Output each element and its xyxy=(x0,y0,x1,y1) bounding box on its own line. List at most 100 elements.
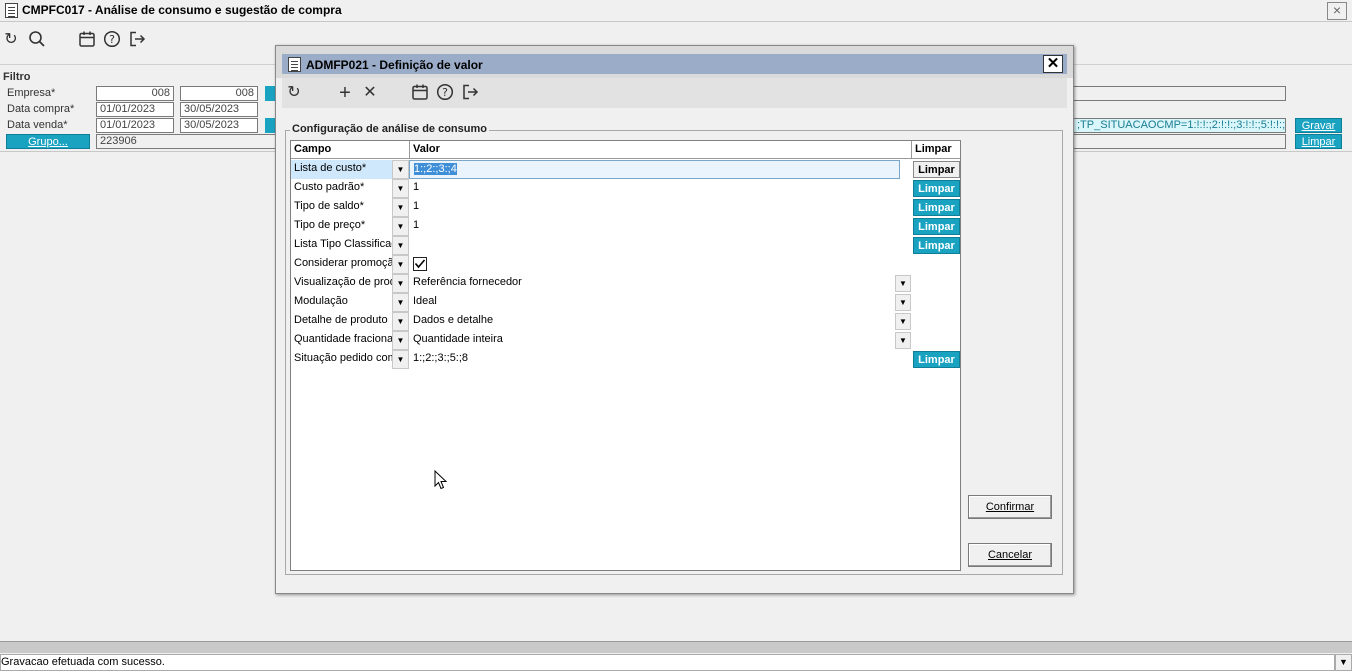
campo-cell[interactable]: Detalhe de produto xyxy=(291,312,392,331)
column-header-valor[interactable]: Valor xyxy=(410,141,912,159)
dialog-close-button[interactable]: ✕ xyxy=(1043,55,1063,73)
campo-cell[interactable]: Lista Tipo Classificação xyxy=(291,236,392,255)
table-row[interactable]: Considerar promoção ▼ xyxy=(291,255,960,274)
gravar-button[interactable]: Gravar xyxy=(1295,118,1342,133)
main-window-title: CMPFC017 - Análise de consumo e sugestão… xyxy=(22,3,342,17)
grupo-button[interactable]: Grupo... xyxy=(6,134,90,149)
data-venda-to-field[interactable]: 30/05/2023 xyxy=(180,118,258,133)
cancel-button[interactable]: Cancelar xyxy=(968,543,1052,567)
column-header-limpar[interactable]: Limpar xyxy=(912,141,960,159)
column-header-campo[interactable]: Campo xyxy=(291,141,410,159)
valor-cell[interactable]: 1 xyxy=(409,179,909,198)
campo-cell[interactable]: Tipo de preço* xyxy=(291,217,392,236)
campo-dropdown-button[interactable]: ▼ xyxy=(392,198,409,217)
limpar-row-button[interactable]: Limpar xyxy=(913,218,960,235)
help-icon[interactable]: ? xyxy=(435,83,455,103)
config-group-title: Configuração de análise de consumo xyxy=(290,123,489,135)
campo-dropdown-button[interactable]: ▼ xyxy=(392,255,409,274)
exit-icon[interactable] xyxy=(127,30,147,50)
campo-dropdown-button[interactable]: ▼ xyxy=(392,312,409,331)
valor-cell[interactable]: Ideal xyxy=(409,293,909,312)
empresa-from-field[interactable]: 008 xyxy=(96,86,174,101)
campo-dropdown-button[interactable]: ▼ xyxy=(392,179,409,198)
campo-cell[interactable]: Considerar promoção xyxy=(291,255,392,274)
table-row[interactable]: Tipo de preço* ▼ 1 Limpar xyxy=(291,217,960,236)
considerar-promocao-checkbox[interactable] xyxy=(413,257,427,271)
limpar-row-button[interactable]: Limpar xyxy=(913,199,960,216)
valor-dropdown-button[interactable]: ▼ xyxy=(895,294,911,311)
grupo-field[interactable]: 223906 xyxy=(96,134,277,149)
valor-cell[interactable]: 1 xyxy=(409,217,909,236)
campo-cell[interactable]: Custo padrão* xyxy=(291,179,392,198)
valor-cell[interactable] xyxy=(409,236,909,255)
calendar-icon[interactable] xyxy=(77,30,97,50)
campo-dropdown-button[interactable]: ▼ xyxy=(392,160,409,179)
limpar-button[interactable]: Limpar xyxy=(1295,134,1342,149)
main-close-button[interactable]: × xyxy=(1327,2,1347,20)
valor-cell[interactable]: Dados e detalhe xyxy=(409,312,909,331)
data-compra-from-field[interactable]: 01/01/2023 xyxy=(96,102,174,117)
empresa-to-field[interactable]: 008 xyxy=(180,86,258,101)
situacao-param-field[interactable]: ;TP_SITUACAOCMP=1:!:!:;2:!:!:;3:!:!:;5:!… xyxy=(1072,118,1286,133)
table-row[interactable]: Custo padrão* ▼ 1 Limpar xyxy=(291,179,960,198)
status-dropdown-button[interactable]: ▼ xyxy=(1335,654,1352,671)
limpar-row-button[interactable]: Limpar xyxy=(913,351,960,368)
right-empty-field[interactable] xyxy=(1072,86,1286,101)
valor-dropdown-button[interactable]: ▼ xyxy=(895,313,911,330)
values-grid: Campo Valor Limpar Lista de custo* ▼ 1:;2:… xyxy=(290,140,961,571)
dialog-toolbar: ↻ + ✕ ? xyxy=(282,78,1067,108)
campo-cell[interactable]: Lista de custo* xyxy=(291,160,392,179)
limpar-row-button[interactable]: Limpar xyxy=(913,237,960,254)
dialog-title: ADMFP021 - Definição de valor xyxy=(306,58,483,72)
valor-cell[interactable]: 1 xyxy=(409,198,909,217)
confirm-button[interactable]: Confirmar xyxy=(968,495,1052,519)
right-empty-field-2[interactable] xyxy=(1072,134,1286,149)
table-row[interactable]: Modulação ▼ Ideal ▼ xyxy=(291,293,960,312)
add-icon[interactable]: + xyxy=(335,83,355,103)
campo-dropdown-button[interactable]: ▼ xyxy=(392,331,409,350)
valor-cell[interactable]: Referência fornecedor xyxy=(409,274,909,293)
valor-cell[interactable]: 1:;2:;3:;4 xyxy=(409,160,900,179)
grid-body: Lista de custo* ▼ 1:;2:;3:;4 Limpar Custo pa… xyxy=(291,160,960,570)
calendar-icon[interactable] xyxy=(410,83,430,103)
valor-cell[interactable]: 1:;2:;3:;5:;8 xyxy=(409,350,909,369)
campo-dropdown-button[interactable]: ▼ xyxy=(392,236,409,255)
data-venda-from-field[interactable]: 01/01/2023 xyxy=(96,118,174,133)
table-row[interactable]: Detalhe de produto ▼ Dados e detalhe ▼ xyxy=(291,312,960,331)
window-icon xyxy=(5,3,18,18)
campo-cell[interactable]: Situação pedido compra xyxy=(291,350,392,369)
definicao-valor-dialog: ADMFP021 - Definição de valor ✕ ↻ + ✕ ? … xyxy=(275,45,1074,594)
table-row[interactable]: Lista de custo* ▼ 1:;2:;3:;4 Limpar xyxy=(291,160,960,179)
campo-dropdown-button[interactable]: ▼ xyxy=(392,293,409,312)
campo-cell[interactable]: Modulação xyxy=(291,293,392,312)
empresa-label: Empresa* xyxy=(7,87,56,99)
svg-text:?: ? xyxy=(442,86,448,99)
table-row[interactable]: Situação pedido compra▼1:;2:;3:;5:;8Limp… xyxy=(291,350,960,369)
filter-section-label: Filtro xyxy=(3,71,31,83)
table-row[interactable]: Visualização de produto▼Referência forne… xyxy=(291,274,960,293)
delete-icon[interactable]: ✕ xyxy=(360,83,380,103)
refresh-icon[interactable]: ↻ xyxy=(1,30,21,50)
campo-cell[interactable]: Quantidade fracionada xyxy=(291,331,392,350)
campo-cell[interactable]: Tipo de saldo* xyxy=(291,198,392,217)
valor-cell[interactable] xyxy=(409,255,909,274)
selected-value-text[interactable]: 1:;2:;3:;4 xyxy=(414,163,457,175)
data-compra-to-field[interactable]: 30/05/2023 xyxy=(180,102,258,117)
table-row[interactable]: Quantidade fracionada▼Quantidade inteira… xyxy=(291,331,960,350)
refresh-icon[interactable]: ↻ xyxy=(284,83,304,103)
valor-dropdown-button[interactable]: ▼ xyxy=(895,275,911,292)
campo-cell[interactable]: Visualização de produto xyxy=(291,274,392,293)
valor-dropdown-button[interactable]: ▼ xyxy=(895,332,911,349)
table-row[interactable]: Lista Tipo Classificação▼ Limpar xyxy=(291,236,960,255)
campo-dropdown-button[interactable]: ▼ xyxy=(392,350,409,369)
limpar-row-button[interactable]: Limpar xyxy=(913,161,960,178)
exit-icon[interactable] xyxy=(460,83,480,103)
table-row[interactable]: Tipo de saldo* ▼ 1 Limpar xyxy=(291,198,960,217)
campo-dropdown-button[interactable]: ▼ xyxy=(392,274,409,293)
campo-dropdown-button[interactable]: ▼ xyxy=(392,217,409,236)
search-icon[interactable] xyxy=(27,30,47,50)
help-icon[interactable]: ? xyxy=(102,30,122,50)
limpar-row-button[interactable]: Limpar xyxy=(913,180,960,197)
svg-text:?: ? xyxy=(109,33,115,46)
valor-cell[interactable]: Quantidade inteira xyxy=(409,331,909,350)
